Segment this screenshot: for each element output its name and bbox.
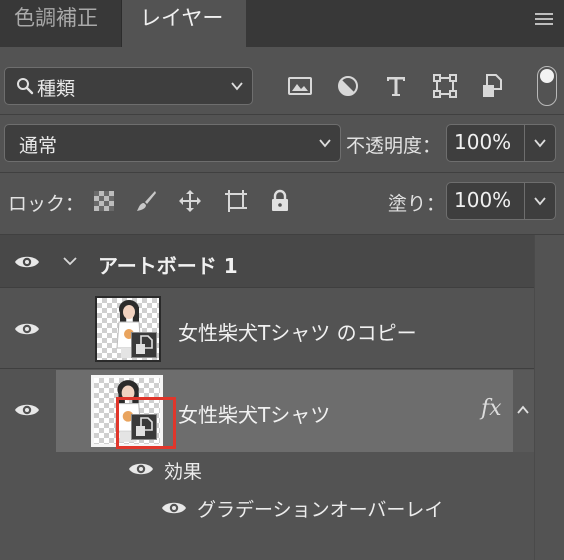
chevron-up-icon[interactable] (516, 404, 530, 416)
fx-indicator[interactable]: fx (481, 396, 502, 421)
effects-label[interactable]: 効果 (164, 457, 202, 484)
visibility-eye-icon[interactable] (14, 321, 40, 337)
filter-toggle-switch[interactable] (537, 66, 557, 106)
fill-field[interactable]: 100% (446, 182, 556, 220)
tab-layers[interactable]: レイヤー (122, 0, 246, 47)
shape-filter-icon[interactable] (431, 72, 459, 100)
fill-dropdown-button[interactable] (524, 183, 555, 219)
blend-mode-value: 通常 (19, 135, 58, 157)
lock-transparent-pixels-icon[interactable] (92, 189, 116, 213)
visibility-eye-icon[interactable] (14, 254, 40, 270)
blend-mode-select[interactable]: 通常 (4, 124, 341, 162)
layer-name[interactable]: 女性柴犬Tシャツ (178, 399, 330, 428)
layer-list-scrollbar[interactable] (534, 235, 564, 560)
lock-all-icon[interactable] (268, 189, 292, 213)
smart-object-filter-icon[interactable] (479, 72, 507, 100)
divider (0, 114, 564, 115)
chevron-down-icon (534, 139, 546, 148)
fill-label: 塗り： (388, 193, 446, 215)
opacity-dropdown-button[interactable] (524, 125, 555, 161)
artboard-name[interactable]: アートボード 1 (98, 250, 238, 279)
effects-visibility-eye-icon[interactable] (128, 461, 154, 477)
lock-position-icon[interactable] (178, 189, 202, 213)
search-icon (17, 78, 34, 95)
chevron-down-icon (319, 139, 331, 148)
panel-menu-icon[interactable] (535, 13, 553, 27)
adjustment-filter-icon[interactable] (334, 72, 362, 100)
lock-image-pixels-icon[interactable] (134, 189, 158, 213)
tab-bar: 色調補正 レイヤー (0, 0, 564, 47)
annotation-highlight-box (116, 397, 176, 449)
effect-gradient-overlay[interactable]: グラデーションオーバーレイ (197, 495, 443, 522)
layer-name[interactable]: 女性柴犬Tシャツ のコピー (178, 317, 417, 346)
filter-toggle-knob (540, 69, 554, 83)
opacity-value[interactable]: 100% (454, 130, 511, 154)
divider (0, 172, 564, 173)
smart-object-badge-icon (131, 332, 157, 358)
layers-panel: 色調補正 レイヤー 種類 通常 不透明度： 100% ロック： 塗り： 100%… (0, 0, 564, 560)
expand-chevron-icon[interactable] (62, 255, 78, 267)
type-filter-icon[interactable] (382, 72, 410, 100)
filter-kind-label: 種類 (37, 78, 76, 100)
chevron-down-icon (534, 197, 546, 206)
fill-value[interactable]: 100% (454, 188, 511, 212)
chevron-down-icon (231, 82, 243, 91)
lock-artboard-icon[interactable] (224, 189, 248, 213)
artboard-row[interactable] (0, 235, 534, 288)
opacity-label: 不透明度： (346, 135, 442, 157)
visibility-eye-icon[interactable] (14, 402, 40, 418)
tab-adjustments[interactable]: 色調補正 (14, 0, 98, 47)
layer-filter-kind-select[interactable]: 種類 (4, 67, 253, 105)
opacity-field[interactable]: 100% (446, 124, 556, 162)
effect-visibility-eye-icon[interactable] (161, 500, 187, 516)
image-filter-icon[interactable] (286, 72, 314, 100)
lock-label: ロック： (8, 193, 85, 215)
